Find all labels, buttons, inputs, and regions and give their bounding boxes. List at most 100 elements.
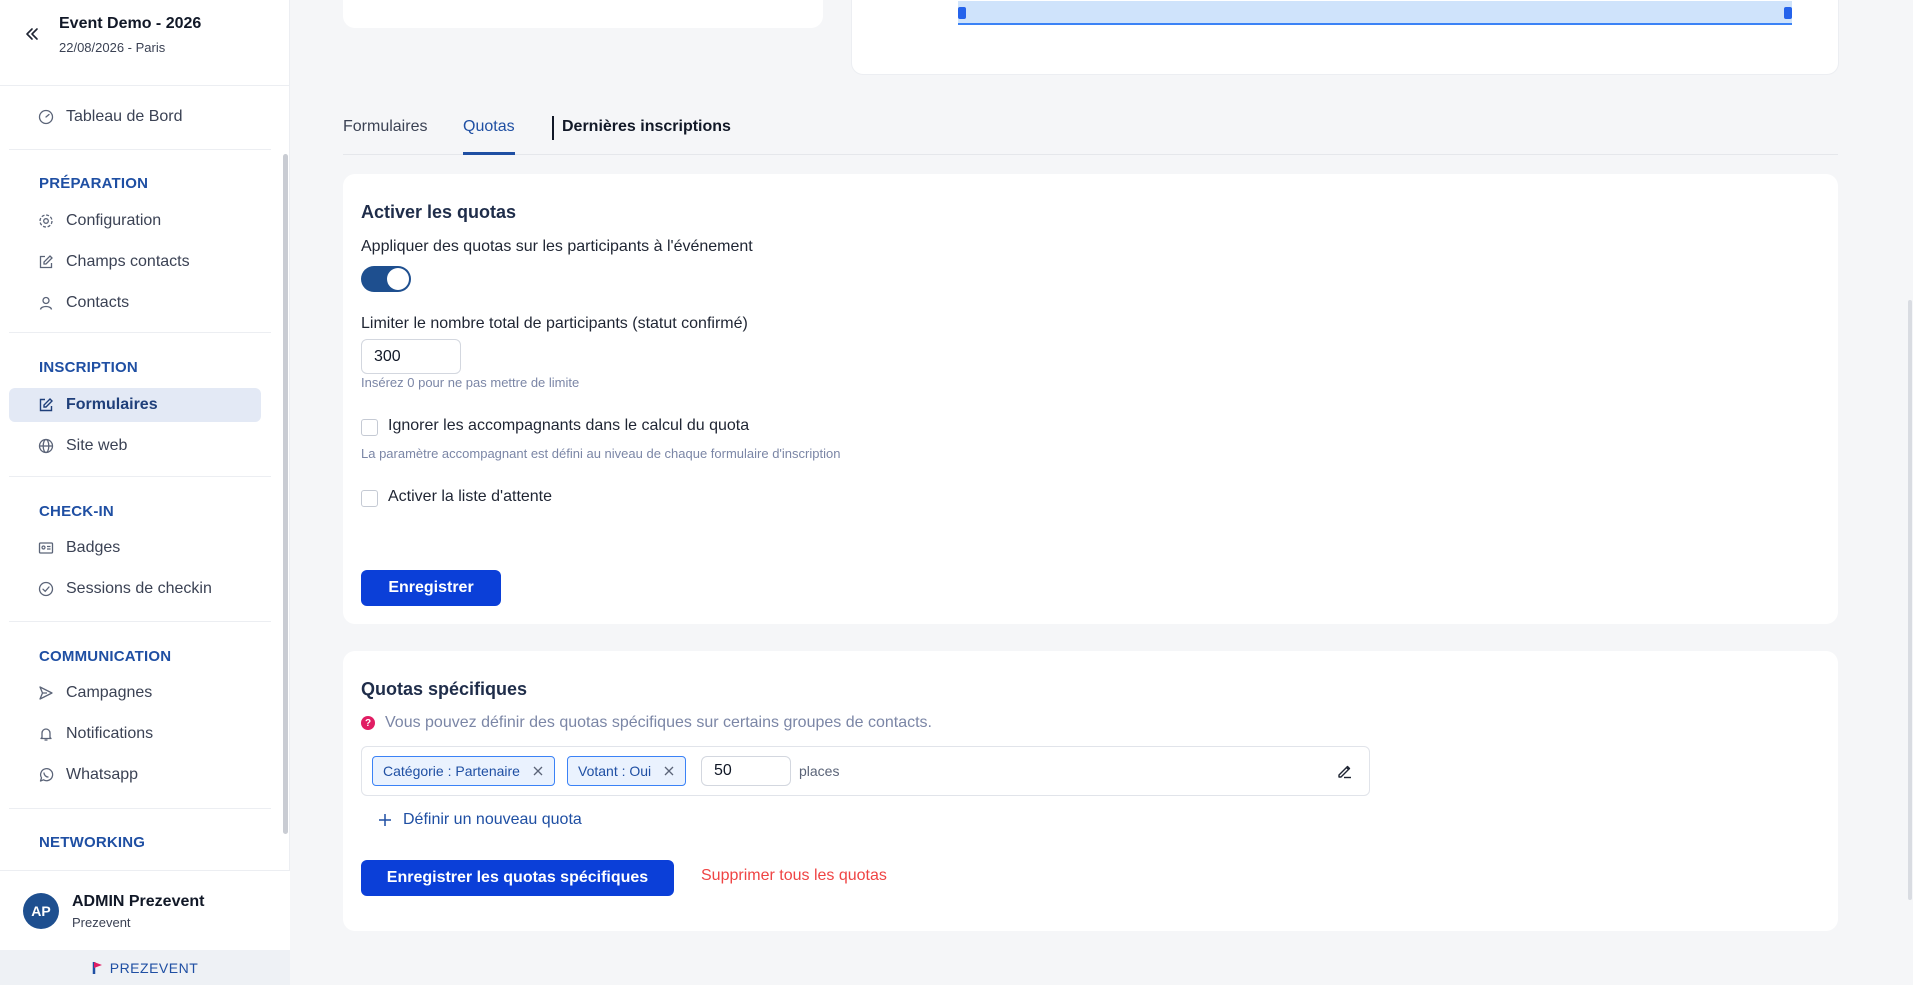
delete-all-quotas-link[interactable]: Supprimer tous les quotas [701,867,887,885]
sidebar-item-badges[interactable]: Badges [9,531,261,565]
sidebar-item-label: Configuration [66,212,162,229]
section-title-inscription: INSCRIPTION [39,359,138,376]
sidebar-item-label: Formulaires [66,396,158,413]
sidebar-item-label: Contacts [66,294,130,311]
sidebar-item-forms[interactable]: Formulaires [9,388,261,422]
whatsapp-icon [39,768,54,782]
limit-label: Limiter le nombre total de participants … [361,315,748,332]
tag-label: Votant : Oui [578,763,652,779]
text-cursor [552,116,554,140]
avatar: AP [23,893,59,929]
apply-quota-toggle[interactable] [361,266,411,292]
quota-settings-card: Activer les quotas Appliquer des quotas … [343,174,1838,624]
sidebar-item-checkin-sessions[interactable]: Sessions de checkin [9,572,261,606]
sidebar-item-label: Tableau de Bord [66,108,183,125]
save-button[interactable]: Enregistrer [361,570,501,606]
specific-quotas-info: Vous pouvez définir des quotas spécifiqu… [385,714,932,731]
plus-icon [379,814,391,826]
ignore-companions-hint: La paramètre accompagnant est défini au … [361,446,841,461]
check-circle-icon [38,581,54,597]
divider [9,332,271,333]
sidebar-item-whatsapp[interactable]: Whatsapp [9,758,261,792]
user-name: ADMIN Prezevent [72,893,205,910]
tab-quotas[interactable]: Quotas [463,118,515,155]
sidebar-item-contact-fields[interactable]: Champs contacts [9,245,261,279]
quota-row: Catégorie : Partenaire Votant : Oui plac… [361,746,1370,796]
sidebar-item-label: Badges [66,539,121,556]
tab-forms[interactable]: Formulaires [343,118,427,155]
selection-range-bar[interactable] [958,1,1792,25]
brand-footer: PREZEVENT [0,950,290,985]
edit-square-icon [39,255,53,269]
event-date-location: 22/08/2026 - Paris [59,40,166,55]
user-profile[interactable]: AP ADMIN Prezevent Prezevent [0,870,290,950]
specific-quotas-title: Quotas spécifiques [361,679,528,699]
sidebar-nav: Tableau de Bord PRÉPARATION Configuratio… [0,86,290,870]
page-scrollbar[interactable] [1908,300,1912,900]
sidebar-item-dashboard[interactable]: Tableau de Bord [9,100,261,134]
prezevent-logo-icon [92,961,102,974]
waitlist-checkbox[interactable] [361,490,378,507]
top-card-left [343,0,823,28]
help-icon: ? [361,716,375,730]
save-specific-quotas-button[interactable]: Enregistrer les quotas spécifiques [361,860,674,896]
close-icon[interactable] [663,765,675,777]
section-title-checkin: CHECK-IN [39,503,114,520]
range-handle-end[interactable] [1784,7,1792,19]
places-unit: places [799,763,840,779]
toggle-knob [387,268,409,290]
user-organization: Prezevent [72,915,131,930]
bell-icon [40,728,52,741]
gear-icon [39,214,53,228]
sidebar-item-contacts[interactable]: Contacts [9,286,261,320]
waitlist-label[interactable]: Activer la liste d'attente [388,488,552,506]
section-title-communication: COMMUNICATION [39,648,172,665]
close-icon[interactable] [532,765,544,777]
divider [9,808,271,809]
quota-card-title: Activer les quotas [361,202,517,222]
sidebar-item-label: Notifications [66,725,154,742]
add-quota-label: Définir un nouveau quota [403,811,582,828]
pencil-icon[interactable] [1336,762,1354,780]
sidebar-item-configuration[interactable]: Configuration [9,204,261,238]
divider [9,621,271,622]
double-chevron-left-icon[interactable] [22,24,42,44]
specific-quotas-card: Quotas spécifiques ? Vous pouvez définir… [343,651,1838,931]
range-handle-start[interactable] [958,7,966,19]
divider [9,149,271,150]
quota-tag: Catégorie : Partenaire [372,756,555,786]
globe-icon [38,438,54,454]
tag-label: Catégorie : Partenaire [383,763,520,779]
brand-name: PREZEVENT [109,959,199,976]
tab-bar: Formulaires Quotas Dernières inscription… [343,110,1838,155]
top-card-right [851,0,1839,75]
sidebar: Event Demo - 2026 22/08/2026 - Paris Tab… [0,0,290,985]
send-icon [39,686,53,700]
sidebar-scrollbar[interactable] [283,154,288,834]
section-title-networking: NETWORKING [39,834,146,851]
sidebar-item-website[interactable]: Site web [9,429,261,463]
gauge-icon [38,109,54,125]
quota-tag: Votant : Oui [567,756,687,786]
apply-quota-label: Appliquer des quotas sur les participant… [361,238,753,255]
event-title: Event Demo - 2026 [59,15,202,32]
event-header: Event Demo - 2026 22/08/2026 - Paris [0,0,290,86]
sidebar-item-label: Campagnes [66,684,153,701]
add-quota-button[interactable]: Définir un nouveau quota [377,811,582,829]
sidebar-item-label: Site web [66,437,128,454]
ignore-companions-label[interactable]: Ignorer les accompagnants dans le calcul… [388,417,749,435]
ignore-companions-checkbox[interactable] [361,419,378,436]
id-card-icon [38,542,54,554]
divider [9,476,271,477]
quota-places-input[interactable] [701,756,791,786]
sidebar-item-notifications[interactable]: Notifications [9,717,261,751]
edit-square-icon [39,398,53,412]
limit-hint: Insérez 0 pour ne pas mettre de limite [361,375,580,390]
user-icon [39,296,53,310]
sidebar-item-label: Sessions de checkin [66,580,212,597]
section-title-preparation: PRÉPARATION [39,175,149,192]
tab-latest-registrations[interactable]: Dernières inscriptions [562,118,731,155]
sidebar-item-campaigns[interactable]: Campagnes [9,676,261,710]
limit-input[interactable] [361,339,461,374]
sidebar-item-label: Champs contacts [66,253,190,270]
